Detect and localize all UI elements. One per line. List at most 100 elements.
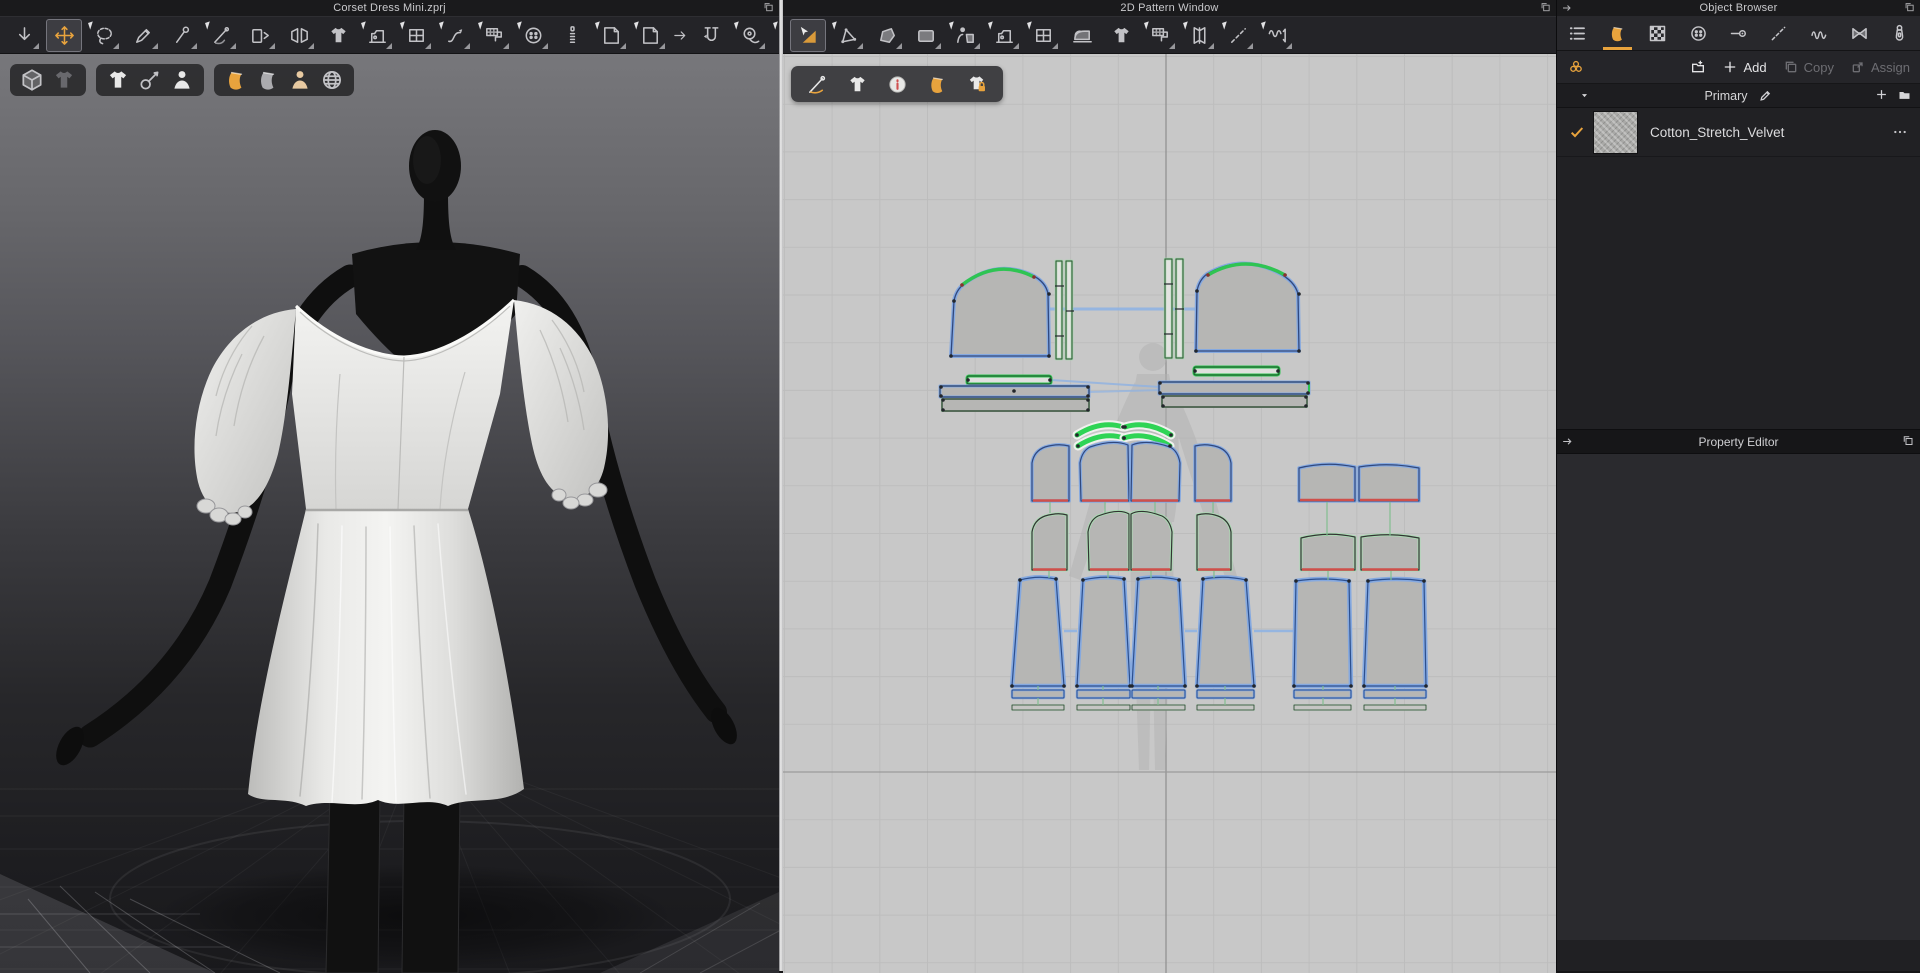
section-title: Primary [1704, 89, 1747, 103]
panel-divider[interactable] [779, 0, 783, 971]
transform-pattern-tool[interactable] [790, 19, 826, 52]
tab-fabric[interactable] [1597, 16, 1637, 50]
tape-measure-tool[interactable] [733, 20, 767, 51]
select-lasso-tool[interactable] [87, 20, 121, 51]
2d-quick-toolbar [791, 66, 1003, 102]
needle-thread-tool[interactable] [803, 71, 831, 97]
garment-mesh-tool[interactable] [50, 67, 78, 93]
button-tool-tool[interactable] [516, 20, 550, 51]
float-window-icon[interactable] [763, 2, 774, 13]
float-window-icon[interactable] [1540, 2, 1551, 13]
lock-pattern-tool[interactable] [963, 71, 991, 97]
select-move-tool[interactable] [46, 19, 82, 52]
object-browser-tabs [1557, 16, 1920, 51]
rectangle-pattern-tool[interactable] [909, 20, 943, 51]
pin-tack-icon [1728, 23, 1749, 44]
render-style-tool[interactable] [18, 67, 46, 93]
tab-shirring[interactable] [1799, 16, 1839, 50]
collapse-panel-icon[interactable] [1561, 2, 1573, 14]
tab-pin[interactable] [1718, 16, 1758, 50]
basting-tool[interactable] [1221, 20, 1255, 51]
show-pins-tool[interactable] [136, 67, 164, 93]
float-window-icon[interactable] [1902, 435, 1914, 447]
checker-icon [1647, 23, 1668, 44]
folder-icon[interactable] [1897, 87, 1912, 102]
add-button[interactable]: Add [1722, 59, 1766, 75]
fabric-list-item[interactable]: Cotton_Stretch_Velvet [1557, 108, 1920, 157]
open-library-button[interactable] [1690, 59, 1706, 75]
collapse-panel-icon[interactable] [1561, 435, 1574, 448]
shirring-tool[interactable] [1260, 20, 1294, 51]
zipper-icon [561, 24, 584, 47]
segment-sewing-tool[interactable] [987, 20, 1021, 51]
attach-pin-tool[interactable] [165, 20, 199, 51]
property-editor-header[interactable]: Property Editor [1557, 429, 1920, 454]
pattern-pieces-svg[interactable] [783, 54, 1556, 973]
sewing-window-tool[interactable] [399, 20, 433, 51]
shirt-icon [327, 24, 350, 47]
trace-pattern-tool[interactable] [948, 20, 982, 51]
3d-viewport[interactable] [0, 54, 779, 973]
steam-iron-tool[interactable] [1065, 20, 1099, 51]
tuck-shirt-tool[interactable] [1104, 20, 1138, 51]
tab-zipper[interactable] [1880, 16, 1920, 50]
clamp-tool-tool[interactable] [694, 20, 728, 51]
fabric-view-tool[interactable] [923, 71, 951, 97]
primary-section-header[interactable]: Primary [1557, 84, 1920, 108]
show-environment-tool[interactable] [318, 67, 346, 93]
clamp-icon [700, 24, 723, 47]
simulate-tool[interactable] [7, 20, 41, 51]
pleats-tool[interactable] [1182, 20, 1216, 51]
flatten-left-tool[interactable] [594, 20, 628, 51]
tab-scene-list[interactable] [1557, 16, 1597, 50]
fabric-thin-tool[interactable] [254, 67, 282, 93]
needle2-icon [806, 73, 829, 96]
show-shirt-tool[interactable] [843, 71, 871, 97]
needle-tool[interactable] [204, 20, 238, 51]
physics-icon[interactable] [1567, 58, 1585, 76]
tab-basting[interactable] [1759, 16, 1799, 50]
property-editor-title: Property Editor [1698, 435, 1778, 449]
fold-icon [249, 24, 272, 47]
fabric-thick-tool[interactable] [222, 67, 250, 93]
flip-garment-tool[interactable] [282, 20, 316, 51]
fit-garment-tool[interactable] [321, 20, 355, 51]
more-tools-tool[interactable] [672, 20, 689, 51]
texture-roller-tool[interactable] [477, 20, 511, 51]
fabric-icon [258, 70, 279, 91]
add-item-icon[interactable] [1874, 87, 1889, 102]
render-style-group [10, 64, 86, 96]
tri-solid-icon [797, 24, 820, 47]
polygon-pattern-tool[interactable] [870, 20, 904, 51]
more-options-icon[interactable] [1892, 124, 1908, 140]
fabric-thumbnail[interactable] [1593, 111, 1638, 154]
pattern-pieces[interactable] [940, 259, 1426, 710]
chevron-down-icon[interactable] [1579, 90, 1590, 101]
edit-pencil-icon[interactable] [1758, 88, 1773, 103]
zipper-tool-tool[interactable] [555, 20, 589, 51]
avatar-skin-tool[interactable] [286, 67, 314, 93]
float-window-icon[interactable] [1904, 2, 1915, 13]
assign-button[interactable]: Assign [1850, 59, 1910, 75]
brush-icon [132, 24, 155, 47]
flatten-right-tool[interactable] [633, 20, 667, 51]
copy-button[interactable]: Copy [1783, 59, 1834, 75]
tab-texture[interactable] [1638, 16, 1678, 50]
free-sewing-tool[interactable] [1026, 20, 1060, 51]
tab-button[interactable] [1678, 16, 1718, 50]
pattern-info-tool[interactable] [883, 71, 911, 97]
2d-canvas[interactable] [783, 54, 1556, 973]
edit-curve-tool[interactable] [438, 20, 472, 51]
machine-icon [366, 24, 389, 47]
pattern-texture-tool[interactable] [1143, 20, 1177, 51]
show-avatar-tool[interactable] [168, 67, 196, 93]
add-label: Add [1743, 60, 1766, 75]
fold-arrangement-tool[interactable] [243, 20, 277, 51]
edit-pattern-tool[interactable] [831, 20, 865, 51]
show-garment-tool[interactable] [104, 67, 132, 93]
tab-trim[interactable] [1839, 16, 1879, 50]
pin-brush-tool[interactable] [126, 20, 160, 51]
dress-3d[interactable] [194, 300, 608, 806]
show-group [96, 64, 204, 96]
segment-sewing-3d-tool[interactable] [360, 20, 394, 51]
